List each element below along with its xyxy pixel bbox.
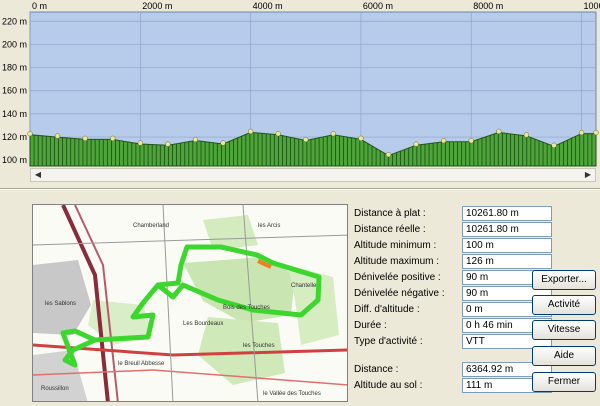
y-tick-label: 140 m (2, 109, 27, 119)
x-tick-label: 2000 m (142, 1, 172, 11)
track-map-svg: Chamberland les Arcis les Sablons Chante… (33, 205, 347, 401)
track-point (385, 151, 392, 158)
track-point (330, 131, 337, 137)
elevation-profile-chart[interactable]: 220 m 200 m 180 m 160 m 140 m 120 m 100 m 0 m 20… (0, 0, 600, 170)
map-place-label: Chamberland (133, 223, 169, 229)
track-map[interactable]: Chamberland les Arcis les Sablons Chante… (32, 204, 348, 402)
track-point (192, 136, 199, 143)
stat-label: Distance réelle : (354, 224, 426, 235)
track-point (82, 135, 88, 142)
x-tick-label: 0 m (32, 1, 47, 11)
map-place-label: le Vallée des Touches (263, 391, 321, 397)
y-tick-label: 220 m (2, 16, 27, 26)
map-place-label: les Sablons (45, 301, 76, 307)
stat-value-field[interactable]: 10261.80 m (462, 222, 552, 237)
track-point (413, 141, 419, 147)
track-point (578, 129, 585, 136)
track-point (468, 138, 474, 144)
map-place-label: Roussillon (41, 386, 69, 392)
track-point (27, 131, 33, 137)
track-point (247, 128, 254, 135)
map-place-label: les Arcis (258, 223, 280, 229)
track-point (137, 140, 143, 146)
stat-value-field[interactable]: 10261.80 m (462, 206, 552, 221)
export-button[interactable]: Exporter... (532, 270, 596, 290)
stat-label: Altitude minimum : (354, 240, 437, 251)
stat-label: Distance à plat : (354, 208, 426, 219)
stat-label: Distance : (354, 364, 399, 375)
stat-label: Durée : (354, 320, 387, 331)
track-point (496, 128, 502, 135)
x-tick-label: 10000 m (584, 1, 600, 11)
stat-value-field[interactable]: 126 m (462, 254, 552, 269)
track-point (110, 135, 116, 142)
x-tick-label: 8000 m (473, 1, 503, 11)
help-button[interactable]: Aide (532, 346, 596, 366)
stat-label: Diff. d'altitude : (354, 304, 420, 315)
map-place-label: Les Bourdeaux (183, 321, 223, 327)
track-point (303, 136, 309, 143)
activity-button[interactable]: Activité (532, 295, 596, 315)
track-point (165, 141, 171, 147)
scroll-right-arrow-icon[interactable]: ▶ (581, 169, 595, 181)
stat-label: Dénivelée positive : (354, 272, 441, 283)
stat-value-field[interactable]: 100 m (462, 238, 552, 253)
track-point (441, 138, 447, 144)
stat-label: Type d'activité : (354, 336, 423, 347)
track-point (523, 132, 530, 138)
track-point (551, 142, 557, 148)
horizontal-scrollbar[interactable]: ◀ ▶ (30, 168, 596, 182)
close-button[interactable]: Fermer (532, 372, 596, 392)
y-tick-label: 100 m (2, 155, 27, 165)
map-place-label: le Breuil Abbesse (118, 361, 165, 367)
speed-button[interactable]: Vitesse (532, 320, 596, 340)
stat-label: Dénivelée négative : (354, 288, 445, 299)
track-point (54, 133, 61, 139)
map-place-label: les Touches (243, 343, 275, 349)
map-place-label: Chantelle (291, 283, 317, 289)
x-tick-label: 6000 m (363, 1, 393, 11)
map-place-label: Bois des Touches (223, 305, 270, 311)
x-tick-label: 4000 m (253, 1, 283, 11)
track-profile-window: 220 m 200 m 180 m 160 m 140 m 120 m 100 m 0 m 20… (0, 0, 600, 406)
track-point (593, 129, 599, 136)
track-point (220, 140, 226, 146)
track-point (358, 135, 364, 142)
scroll-left-arrow-icon[interactable]: ◀ (31, 169, 45, 181)
y-tick-label: 160 m (2, 86, 27, 96)
y-tick-label: 120 m (2, 132, 27, 142)
y-tick-label: 200 m (2, 39, 27, 49)
stat-label: Altitude maximum : (354, 256, 440, 267)
elevation-profile-svg: 220 m 200 m 180 m 160 m 140 m 120 m 100 m 0 m 20… (2, 1, 600, 167)
track-point (275, 131, 281, 137)
y-tick-label: 180 m (2, 63, 27, 73)
stat-label: Altitude au sol : (354, 380, 423, 391)
panel-divider (0, 188, 600, 190)
